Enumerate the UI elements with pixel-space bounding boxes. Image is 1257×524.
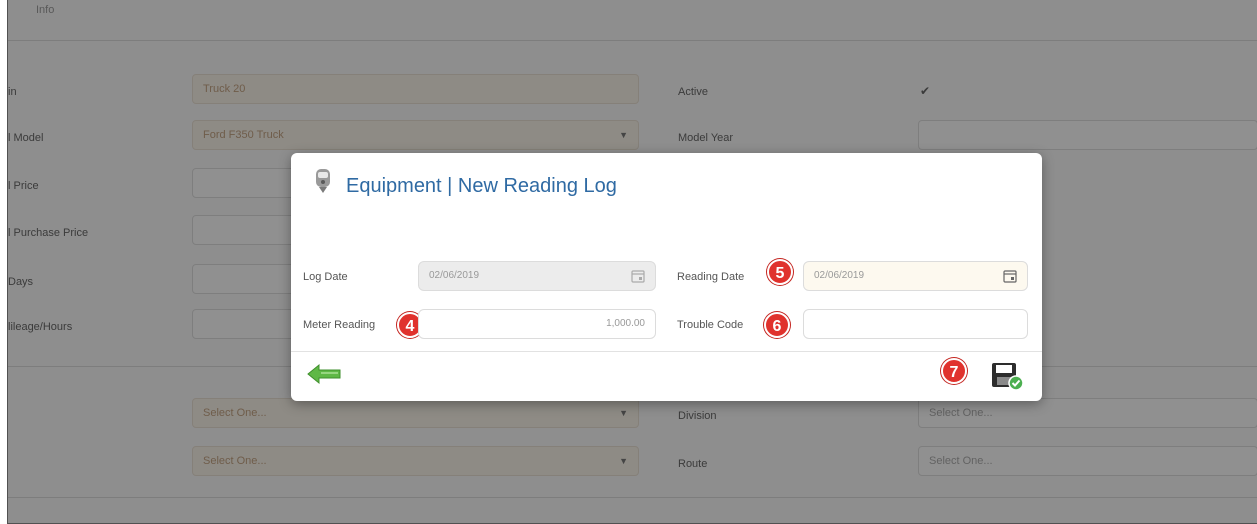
callout-badge-5: 5: [767, 259, 793, 285]
new-reading-log-dialog: Equipment | New Reading Log Log Date 02/…: [291, 153, 1042, 401]
trouble-code-input[interactable]: [803, 309, 1028, 339]
save-icon[interactable]: [991, 361, 1025, 391]
equipment-meter-icon: [316, 169, 330, 193]
dialog-header: Equipment | New Reading Log: [291, 153, 1042, 225]
log-date-label: Log Date: [303, 271, 348, 283]
dialog-title: Equipment | New Reading Log: [346, 175, 617, 197]
meter-reading-label: Meter Reading: [303, 319, 376, 331]
reading-date-label: Reading Date: [677, 271, 745, 283]
log-date-field: 02/06/2019: [418, 261, 656, 291]
dialog-footer-divider: [291, 351, 1042, 352]
callout-badge-7: 7: [941, 358, 967, 384]
meter-reading-input[interactable]: 1,000.00: [418, 309, 656, 339]
reading-date-field[interactable]: 02/06/2019: [803, 261, 1028, 291]
trouble-code-label: Trouble Code: [677, 319, 744, 331]
callout-badge-6: 6: [764, 312, 790, 338]
calendar-icon[interactable]: [1003, 269, 1017, 283]
back-arrow-icon[interactable]: [307, 363, 343, 385]
calendar-icon: [631, 270, 645, 283]
reading-date-value: 02/06/2019: [814, 270, 865, 281]
log-date-value: 02/06/2019: [429, 270, 480, 281]
